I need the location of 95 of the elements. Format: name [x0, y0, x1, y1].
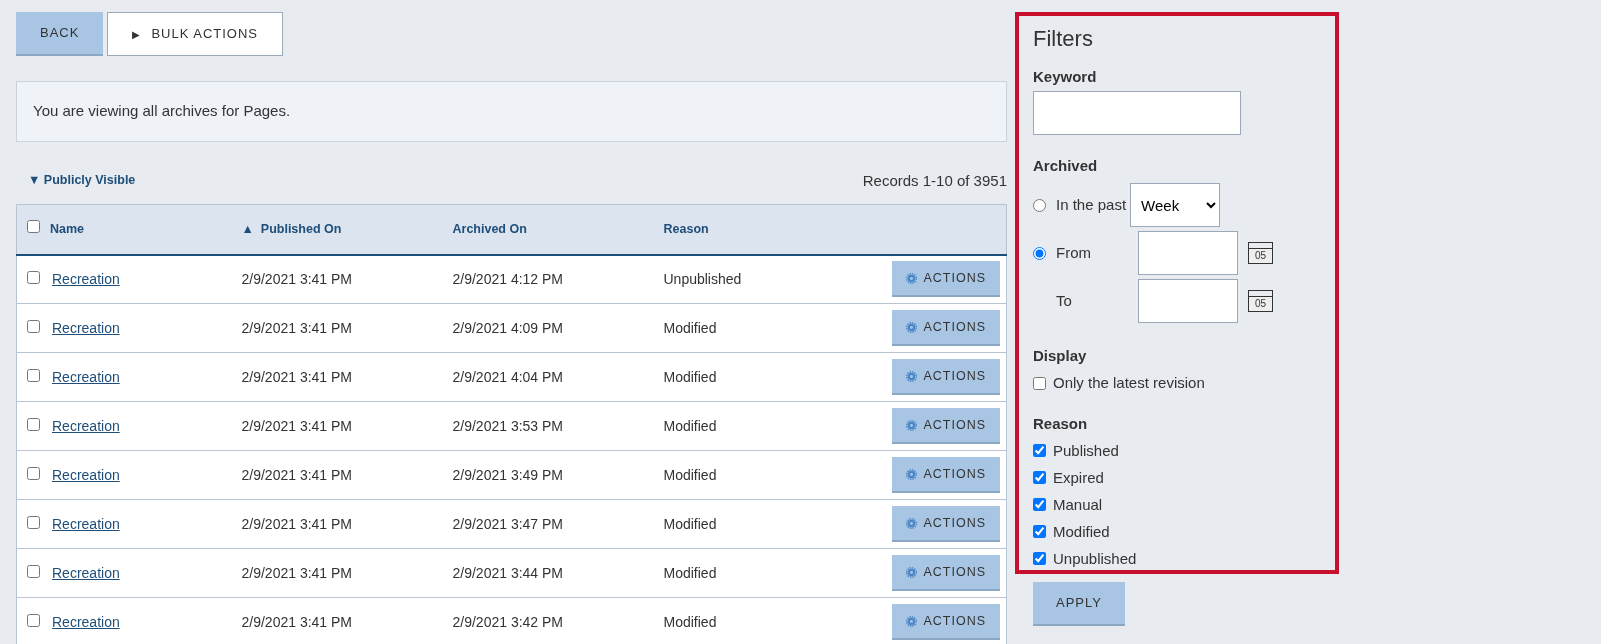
actions-button[interactable]: ACTIONS	[892, 359, 1000, 395]
row-checkbox[interactable]	[27, 417, 40, 431]
table-cell: 2/9/2021 3:41 PM	[241, 319, 353, 336]
table-cell: 2/9/2021 3:41 PM	[241, 417, 353, 434]
checkbox-label: Unpublished	[1053, 548, 1137, 569]
field-label: Archived	[1033, 155, 1099, 176]
back-button[interactable]: BACK	[16, 12, 104, 56]
table-cell: 2/9/2021 3:41 PM	[241, 613, 353, 630]
table-cell: 2/9/2021 3:42 PM	[452, 613, 564, 630]
checkbox-label: Expired	[1053, 467, 1104, 488]
actions-button[interactable]: ACTIONS	[892, 506, 1000, 542]
table-cell: 2/9/2021 3:44 PM	[452, 564, 564, 581]
row-checkbox[interactable]	[27, 319, 40, 333]
actions-button[interactable]: ACTIONS	[892, 457, 1000, 493]
name-link[interactable]: Recreation	[52, 368, 120, 385]
table-cell: 2/9/2021 3:41 PM	[241, 270, 353, 287]
table-cell: 2/9/2021 4:12 PM	[452, 270, 564, 287]
table-cell: 2/9/2021 3:41 PM	[241, 515, 353, 532]
row-checkbox[interactable]	[27, 613, 40, 627]
period-select[interactable]: Week	[1130, 183, 1221, 228]
name-link[interactable]: Recreation	[52, 613, 120, 630]
radio-button[interactable]	[1033, 246, 1046, 260]
actions-button[interactable]: ACTIONS	[892, 408, 1000, 444]
table-cell: 2/9/2021 3:41 PM	[241, 564, 353, 581]
option-label: From	[1056, 243, 1092, 264]
select-all-checkbox[interactable]	[27, 219, 40, 233]
row-checkbox[interactable]	[27, 368, 40, 382]
name-link[interactable]: Recreation	[52, 417, 120, 434]
table-cell: Modified	[663, 515, 717, 532]
column-header[interactable]: Reason	[653, 204, 810, 255]
checkbox-label: Published	[1053, 440, 1119, 461]
checkbox-label: Manual	[1053, 494, 1103, 515]
checkbox[interactable]	[1033, 471, 1046, 485]
checkbox[interactable]	[1033, 498, 1046, 512]
gear-icon	[906, 321, 918, 333]
column-header-label: Name	[50, 221, 85, 236]
actions-button[interactable]: ACTIONS	[892, 261, 1000, 298]
row-checkbox[interactable]	[27, 270, 40, 284]
table-cell: Modified	[663, 466, 717, 483]
date-field[interactable]	[1138, 231, 1238, 276]
option-label: To	[1056, 291, 1073, 312]
checkbox[interactable]	[1033, 376, 1046, 390]
records-count: Records 1-10 of 3951	[862, 170, 1007, 191]
apply-button[interactable]: APPLY	[1033, 582, 1125, 626]
info-notice: You are viewing all archives for Pages.	[16, 81, 1007, 142]
row-checkbox[interactable]	[27, 515, 40, 529]
calendar-icon[interactable]: 05	[1248, 242, 1273, 265]
gear-icon	[906, 468, 918, 480]
actions-button[interactable]: ACTIONS	[892, 604, 1000, 640]
table-cell: 2/9/2021 3:41 PM	[241, 466, 353, 483]
table-cell: Modified	[663, 613, 717, 630]
checkbox-label: Modified	[1053, 521, 1110, 542]
field-label: Display	[1033, 346, 1088, 367]
keyword-field[interactable]	[1033, 90, 1241, 135]
filters-title: Filters	[1033, 26, 1094, 53]
actions-button[interactable]: ACTIONS	[892, 555, 1000, 591]
name-link[interactable]: Recreation	[52, 466, 120, 483]
column-header[interactable]: Archived On	[442, 204, 654, 255]
option-label: In the past	[1056, 195, 1127, 216]
table-cell: Modified	[663, 417, 717, 434]
gear-icon	[906, 370, 918, 382]
checkbox[interactable]	[1033, 444, 1046, 458]
checkbox[interactable]	[1033, 525, 1046, 539]
date-field[interactable]	[1138, 279, 1238, 324]
name-link[interactable]: Recreation	[52, 564, 120, 581]
gear-icon	[906, 272, 918, 284]
name-link[interactable]: Recreation	[52, 270, 120, 287]
table-cell: 2/9/2021 4:04 PM	[452, 368, 564, 385]
radio-button[interactable]	[1033, 198, 1046, 212]
field-label: Keyword	[1033, 67, 1098, 88]
gear-icon	[906, 517, 918, 529]
calendar-icon[interactable]: 05	[1248, 290, 1273, 313]
group-toggle-link[interactable]: ▼ Publicly Visible	[28, 171, 136, 191]
table-cell: 2/9/2021 3:41 PM	[241, 368, 353, 385]
table-cell: Modified	[663, 564, 717, 581]
table-cell: Modified	[663, 319, 717, 336]
table-cell: 2/9/2021 3:53 PM	[452, 417, 564, 434]
table-cell: 2/9/2021 4:09 PM	[452, 319, 564, 336]
table-cell: 2/9/2021 3:47 PM	[452, 515, 564, 532]
name-link[interactable]: Recreation	[52, 319, 120, 336]
table-cell: 2/9/2021 3:49 PM	[452, 466, 564, 483]
name-link[interactable]: Recreation	[52, 515, 120, 532]
checkbox-label: Only the latest revision	[1053, 373, 1205, 394]
gear-icon	[906, 615, 918, 627]
actions-button[interactable]: ACTIONS	[892, 310, 1000, 346]
field-label: Reason	[1033, 413, 1089, 434]
checkbox[interactable]	[1033, 552, 1046, 566]
table-cell: Unpublished	[663, 270, 742, 287]
table-cell: Modified	[663, 368, 717, 385]
row-checkbox[interactable]	[27, 466, 40, 480]
row-checkbox[interactable]	[27, 564, 40, 578]
bulk-actions-button[interactable]: ▶ BULK ACTIONS	[107, 12, 284, 56]
gear-icon	[906, 419, 918, 431]
column-header[interactable]: ▲ Published On	[231, 204, 443, 255]
gear-icon	[906, 566, 918, 578]
